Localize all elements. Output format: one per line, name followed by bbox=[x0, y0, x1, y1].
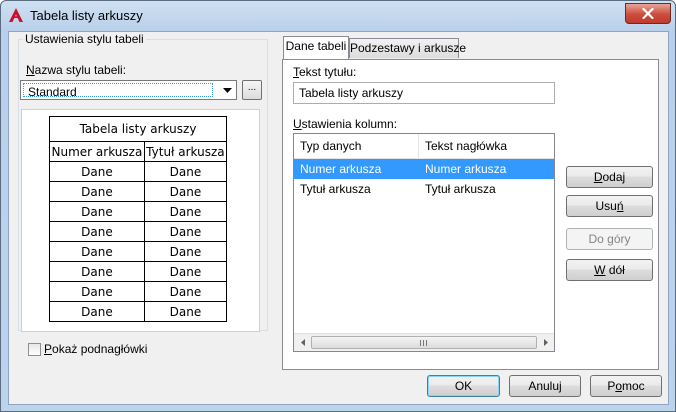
preview-data-row: Dane Dane bbox=[49, 261, 228, 282]
list-cell-header: Tytuł arkusza bbox=[425, 182, 496, 196]
preview-data-cell: Dane bbox=[143, 301, 228, 322]
chevron-down-icon bbox=[222, 87, 232, 93]
preview-data-cell: Dane bbox=[143, 281, 228, 302]
style-name-combobox[interactable]: Standard bbox=[20, 80, 237, 100]
scroll-left-button[interactable] bbox=[294, 334, 311, 351]
preview-data-cell: Dane bbox=[49, 161, 145, 182]
help-button-text-rest: moc bbox=[622, 379, 645, 393]
scroll-thumb[interactable] bbox=[311, 336, 537, 349]
help-button[interactable]: Pomoc bbox=[590, 375, 662, 397]
show-subheaders-label: Pokaż podnagłówki bbox=[44, 342, 147, 356]
title-text-label: Tekst tytułu: bbox=[293, 65, 356, 79]
preview-data-cell: Dane bbox=[143, 201, 228, 222]
preview-data-row: Dane Dane bbox=[49, 161, 228, 182]
style-name-label-text: azwa stylu tabeli: bbox=[34, 63, 127, 77]
column-header-heading-text[interactable]: Tekst nagłówka bbox=[419, 134, 554, 158]
arrow-left-icon bbox=[300, 339, 305, 346]
list-row-sheet-title[interactable]: Tytuł arkusza Tytuł arkusza bbox=[294, 179, 554, 199]
show-subheaders-checkbox[interactable] bbox=[28, 343, 41, 356]
move-up-button[interactable]: Do góry bbox=[566, 228, 653, 250]
style-name-label-accel: N bbox=[26, 63, 35, 77]
preview-data-row: Dane Dane bbox=[49, 281, 228, 302]
preview-data-cell: Dane bbox=[49, 261, 145, 282]
grip-icon bbox=[420, 340, 427, 346]
title-text-label-text: ekst tytułu: bbox=[299, 65, 357, 79]
preview-data-cell: Dane bbox=[143, 221, 228, 242]
preview-title-row: Tabela listy arkuszy bbox=[49, 116, 227, 142]
combo-value: Standard bbox=[28, 85, 77, 99]
preview-data-cell: Dane bbox=[143, 241, 228, 262]
column-settings-list[interactable]: Typ danych Tekst nagłówka Numer arkusza … bbox=[293, 133, 555, 352]
move-down-button[interactable]: W dół bbox=[566, 259, 653, 281]
preview-data-cell: Dane bbox=[49, 201, 145, 222]
tab-subsets-and-sheets[interactable]: Podzestawy i arkusze bbox=[349, 38, 466, 58]
scroll-right-button[interactable] bbox=[537, 334, 554, 351]
tab-table-data[interactable]: Dane tabeli bbox=[283, 36, 349, 59]
show-subheaders-accel: P bbox=[44, 342, 53, 356]
preview-data-cell: Dane bbox=[49, 181, 145, 202]
column-settings-label-accel: U bbox=[293, 117, 302, 131]
preview-title: Tabela listy arkuszy bbox=[49, 116, 227, 142]
preview-data-cell: Dane bbox=[49, 281, 145, 302]
dialog-client: Ustawienia stylu tabeli Nazwa stylu tabe… bbox=[8, 31, 669, 405]
combo-focus: Standard bbox=[23, 83, 213, 99]
preview-data-cell: Dane bbox=[143, 181, 228, 202]
add-button[interactable]: Dodaj bbox=[566, 166, 653, 188]
list-cell-type: Tytuł arkusza bbox=[300, 182, 371, 196]
preview-header-cell: Numer arkusza bbox=[49, 141, 145, 162]
list-header: Typ danych Tekst nagłówka bbox=[294, 134, 554, 159]
remove-button-accel: ń bbox=[616, 199, 624, 213]
title-bar[interactable]: Tabela listy arkuszy bbox=[1, 1, 675, 31]
preview-header-row: Numer arkusza Tytuł arkusza bbox=[49, 141, 228, 162]
close-button[interactable] bbox=[625, 3, 671, 24]
list-cell-type: Numer arkusza bbox=[300, 162, 382, 176]
horizontal-scrollbar[interactable] bbox=[294, 333, 554, 351]
preview-data-cell: Dane bbox=[49, 241, 145, 262]
table-preview: Tabela listy arkuszy Numer arkusza Tytuł… bbox=[21, 109, 260, 332]
list-cell-header: Numer arkusza bbox=[425, 162, 507, 176]
preview-data-row: Dane Dane bbox=[49, 201, 228, 222]
title-text-input[interactable]: Tabela listy arkuszy bbox=[293, 82, 555, 104]
cancel-button[interactable]: Anuluj bbox=[509, 375, 581, 397]
preview-data-row: Dane Dane bbox=[49, 221, 228, 242]
preview-data-cell: Dane bbox=[143, 261, 228, 282]
remove-button[interactable]: Usuń bbox=[566, 195, 653, 217]
preview-table: Tabela listy arkuszy Numer arkusza Tytuł… bbox=[49, 116, 228, 322]
move-down-button-accel: W bbox=[594, 263, 606, 277]
autocad-app-icon bbox=[9, 8, 23, 22]
dialog-window: Tabela listy arkuszy Ustawienia stylu ta… bbox=[0, 0, 676, 412]
window-title: Tabela listy arkuszy bbox=[30, 8, 143, 23]
help-button-accel: o bbox=[615, 379, 623, 393]
remove-button-text: Usu bbox=[595, 199, 617, 213]
style-settings-group-label: Ustawienia stylu tabeli bbox=[23, 32, 146, 46]
arrow-right-icon bbox=[543, 339, 548, 346]
ok-button[interactable]: OK bbox=[427, 375, 500, 397]
list-row-sheet-number[interactable]: Numer arkusza Numer arkusza bbox=[294, 159, 554, 179]
preview-data-cell: Dane bbox=[143, 161, 228, 182]
close-icon bbox=[642, 8, 654, 19]
style-name-label: Nazwa stylu tabeli: bbox=[26, 63, 126, 77]
column-settings-label-text: stawienia kolumn: bbox=[301, 117, 398, 131]
column-header-data-type[interactable]: Typ danych bbox=[294, 134, 419, 158]
browse-style-button[interactable]: ... bbox=[242, 80, 262, 100]
move-down-button-text: dół bbox=[605, 263, 625, 277]
preview-data-cell: Dane bbox=[49, 221, 145, 242]
add-button-text: odaj bbox=[602, 170, 626, 184]
preview-data-row: Dane Dane bbox=[49, 181, 228, 202]
tab-panel-table-data: Tekst tytułu: Tabela listy arkuszy Ustaw… bbox=[282, 59, 659, 370]
show-subheaders-text: okaż podnagłówki bbox=[52, 342, 148, 356]
column-settings-label: Ustawienia kolumn: bbox=[293, 117, 397, 131]
preview-data-cell: Dane bbox=[49, 301, 145, 322]
preview-data-row: Dane Dane bbox=[49, 301, 228, 322]
combo-dropdown-button[interactable] bbox=[219, 82, 235, 98]
preview-data-row: Dane Dane bbox=[49, 241, 228, 262]
preview-header-cell: Tytuł arkusza bbox=[143, 141, 228, 162]
